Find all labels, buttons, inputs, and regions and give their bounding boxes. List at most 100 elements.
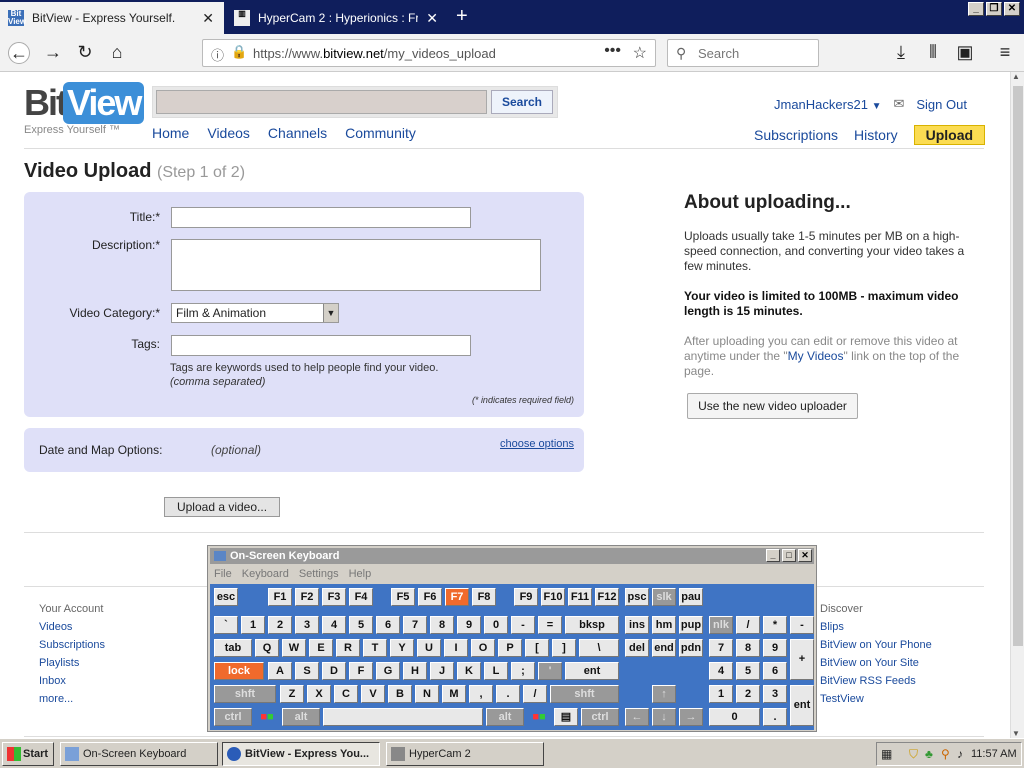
download-icon[interactable]: ⤓	[890, 42, 912, 64]
key-k[interactable]: K	[457, 662, 481, 680]
maximize-icon[interactable]: □	[782, 549, 796, 562]
page-actions-icon[interactable]: •••	[604, 42, 621, 60]
windows-logo-icon[interactable]: ■■	[255, 708, 279, 726]
key-f7[interactable]: F7	[445, 588, 469, 606]
key-numpad-4[interactable]: 4	[709, 662, 733, 680]
taskbar-item-firefox[interactable]: BitView - Express You...	[222, 742, 380, 766]
mail-icon[interactable]: ✉	[893, 96, 904, 112]
key-f12[interactable]: F12	[595, 588, 619, 606]
upload-video-button[interactable]: Upload a video...	[164, 497, 280, 517]
new-uploader-button[interactable]: Use the new video uploader	[687, 393, 858, 419]
key-f8[interactable]: F8	[472, 588, 496, 606]
dropdown-arrow-icon[interactable]: ▼	[323, 304, 338, 322]
key-numpad-8[interactable]: 8	[736, 639, 760, 657]
key-t[interactable]: T	[363, 639, 387, 657]
key-alt-right[interactable]: alt	[486, 708, 524, 726]
browser-search-input[interactable]: ⚲ Search	[667, 39, 819, 67]
key-backspace[interactable]: bksp	[565, 616, 619, 634]
key-5[interactable]: 5	[349, 616, 373, 634]
key-0[interactable]: 0	[484, 616, 508, 634]
key-shift-left[interactable]: shft	[214, 685, 276, 703]
key-z[interactable]: Z	[280, 685, 304, 703]
key-numpad-enter[interactable]: ent	[790, 685, 814, 726]
key-pdn[interactable]: pdn	[679, 639, 703, 657]
scroll-down-icon[interactable]: ▼	[1012, 729, 1020, 738]
nav-videos[interactable]: Videos	[207, 125, 250, 141]
osk-menu-keyboard[interactable]: Keyboard	[242, 568, 289, 580]
key-numpad-7[interactable]: 7	[709, 639, 733, 657]
key-j[interactable]: J	[430, 662, 454, 680]
shield-icon[interactable]: ⛉	[909, 743, 918, 765]
key-ctrl-left[interactable]: ctrl	[214, 708, 252, 726]
choose-options-link[interactable]: choose options	[500, 438, 574, 450]
key-numpad-divide[interactable]: /	[736, 616, 760, 634]
key-psc[interactable]: psc	[625, 588, 649, 606]
nav-channels[interactable]: Channels	[268, 125, 327, 141]
keyboard-tray-icon[interactable]: ▦	[881, 743, 892, 765]
key-lbracket[interactable]: [	[525, 639, 549, 657]
key-m[interactable]: M	[442, 685, 466, 703]
key-3[interactable]: 3	[295, 616, 319, 634]
url-bar[interactable]: ⓘ 🔒 https://www.bitview.net/my_videos_up…	[202, 39, 656, 67]
key-a[interactable]: A	[268, 662, 292, 680]
key-numpad-9[interactable]: 9	[763, 639, 787, 657]
key-numpad-3[interactable]: 3	[763, 685, 787, 703]
description-textarea[interactable]	[171, 239, 541, 291]
menu-icon[interactable]: ≡	[994, 42, 1016, 64]
key-pau[interactable]: pau	[679, 588, 703, 606]
footer-link-testview[interactable]: TestView	[820, 690, 932, 708]
reload-icon[interactable]: ↻	[74, 42, 96, 64]
nav-home[interactable]: Home	[152, 125, 189, 141]
library-icon[interactable]: ⫴	[922, 42, 944, 64]
windows-logo-icon[interactable]: ■■	[527, 708, 551, 726]
menu-key-icon[interactable]: ▤	[554, 708, 578, 726]
key-x[interactable]: X	[307, 685, 331, 703]
volume-icon[interactable]: ♪	[957, 743, 963, 765]
footer-link-more[interactable]: more...	[39, 690, 105, 708]
key-slk[interactable]: slk	[652, 588, 676, 606]
title-input[interactable]	[171, 207, 471, 228]
key-8[interactable]: 8	[430, 616, 454, 634]
key-f2[interactable]: F2	[295, 588, 319, 606]
footer-link-subscriptions[interactable]: Subscriptions	[39, 636, 105, 654]
key-capslock[interactable]: lock	[214, 662, 264, 680]
key-slash[interactable]: /	[523, 685, 547, 703]
nav-history[interactable]: History	[854, 127, 898, 143]
site-search-input[interactable]	[156, 90, 487, 114]
key-f6[interactable]: F6	[418, 588, 442, 606]
key-r[interactable]: R	[336, 639, 360, 657]
key-numpad-6[interactable]: 6	[763, 662, 787, 680]
close-tab-icon[interactable]: ✕	[426, 10, 438, 27]
sidebar-icon[interactable]: ▣	[954, 42, 976, 64]
key-minus[interactable]: -	[511, 616, 535, 634]
key-l[interactable]: L	[484, 662, 508, 680]
footer-link-phone[interactable]: BitView on Your Phone	[820, 636, 932, 654]
key-enter[interactable]: ent	[565, 662, 619, 680]
back-arrow-icon[interactable]: ←	[8, 42, 30, 64]
key-tab[interactable]: tab	[214, 639, 252, 657]
close-icon[interactable]: ✕	[798, 549, 812, 562]
key-f4[interactable]: F4	[349, 588, 373, 606]
key-quote[interactable]: '	[538, 662, 562, 680]
key-f5[interactable]: F5	[391, 588, 415, 606]
key-alt-left[interactable]: alt	[282, 708, 320, 726]
key-2[interactable]: 2	[268, 616, 292, 634]
key-f1[interactable]: F1	[268, 588, 292, 606]
key-i[interactable]: I	[444, 639, 468, 657]
clock[interactable]: 11:57 AM	[971, 743, 1017, 765]
search-tray-icon[interactable]: ⚲	[941, 743, 950, 765]
key-nlk[interactable]: nlk	[709, 616, 733, 634]
key-numpad-multiply[interactable]: *	[763, 616, 787, 634]
osk-titlebar[interactable]: On-Screen Keyboard _ □ ✕	[210, 548, 814, 564]
upload-button[interactable]: Upload	[913, 125, 986, 145]
key-space[interactable]	[323, 708, 483, 726]
close-window-icon[interactable]: ✕	[1004, 2, 1020, 16]
footer-link-site[interactable]: BitView on Your Site	[820, 654, 932, 672]
logo-bit[interactable]: Bit	[24, 82, 68, 124]
key-shift-right[interactable]: shft	[550, 685, 619, 703]
footer-link-videos[interactable]: Videos	[39, 618, 105, 636]
key-d[interactable]: D	[322, 662, 346, 680]
key-s[interactable]: S	[295, 662, 319, 680]
key-c[interactable]: C	[334, 685, 358, 703]
start-button[interactable]: Start	[2, 742, 54, 766]
